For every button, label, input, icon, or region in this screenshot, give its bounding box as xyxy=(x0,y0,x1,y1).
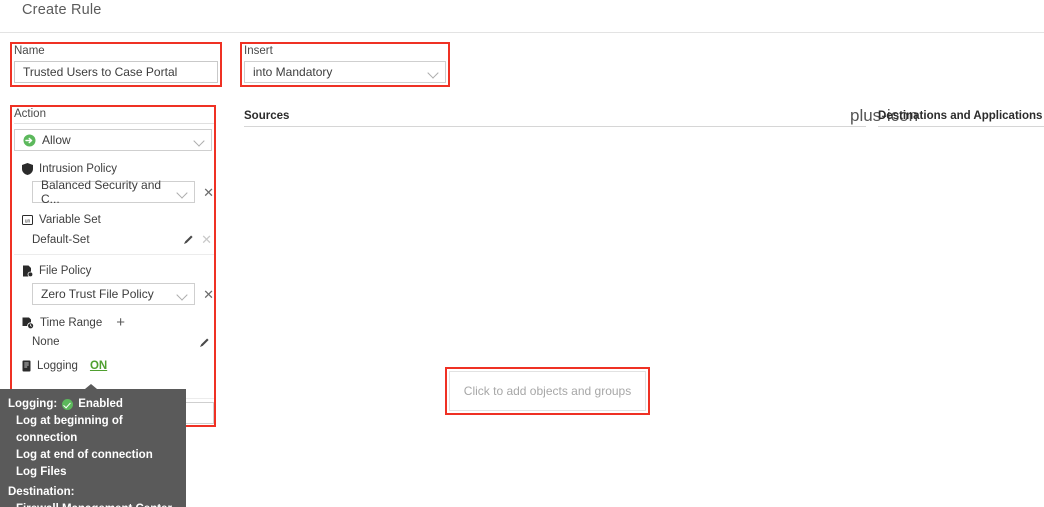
intrusion-policy-label-row: Intrusion Policy xyxy=(14,160,214,177)
tooltip-heading-label: Logging: xyxy=(8,398,58,410)
tooltip-arrow xyxy=(85,384,97,389)
intrusion-policy-row: Intrusion Policy Balanced Security and C… xyxy=(14,160,214,206)
green-check-icon xyxy=(62,399,74,410)
intrusion-policy-select[interactable]: Balanced Security and C... xyxy=(32,178,196,206)
tooltip-heading-value: Enabled xyxy=(78,398,123,410)
intrusion-policy-label: Intrusion Policy xyxy=(39,162,117,175)
name-input[interactable]: Trusted Users to Case Portal xyxy=(14,61,218,83)
logging-row: Logging ON xyxy=(14,357,214,374)
logging-on-toggle[interactable]: ON xyxy=(90,360,107,372)
time-range-value: None xyxy=(32,336,60,348)
logging-icon xyxy=(22,360,31,372)
chevron-down-icon xyxy=(177,187,188,198)
tooltip-item: Log at beginning of connection xyxy=(16,415,123,444)
logging-label: Logging xyxy=(37,359,78,372)
allow-arrow-icon xyxy=(23,134,36,147)
action-title-divider xyxy=(14,123,214,124)
time-range-add-button[interactable]: + xyxy=(116,315,125,330)
action-panel: Action Allow Intrusion Policy Balanced S… xyxy=(14,108,214,374)
add-objects-dropzone[interactable]: Click to add objects and groups xyxy=(449,371,646,411)
variable-set-icon: un xyxy=(22,214,33,225)
tooltip-destination-label: Destination: xyxy=(8,486,75,498)
chevron-down-icon xyxy=(194,135,205,146)
action-panel-title: Action xyxy=(14,108,46,120)
insert-select-value: into Mandatory xyxy=(253,65,333,79)
sources-column-header: Sources xyxy=(244,110,866,127)
insert-field-group: Insert into Mandatory xyxy=(244,44,446,83)
pencil-icon[interactable] xyxy=(183,234,194,245)
header-divider xyxy=(0,32,1044,33)
destinations-divider xyxy=(878,126,1044,127)
variable-set-label-row: un Variable Set xyxy=(14,211,214,228)
time-range-label-row: Time Range + xyxy=(14,314,214,331)
variable-set-value: Default-Set xyxy=(32,233,90,246)
insert-label: Insert xyxy=(244,45,273,57)
action-select[interactable]: Allow xyxy=(14,129,212,151)
page-title: Create Rule xyxy=(22,2,102,18)
shield-icon xyxy=(22,162,33,175)
tooltip-heading: Logging: Enabled xyxy=(0,396,186,413)
name-label: Name xyxy=(14,45,45,57)
time-range-icon xyxy=(22,317,35,329)
insert-select[interactable]: into Mandatory xyxy=(244,61,446,83)
pencil-icon[interactable] xyxy=(199,337,210,348)
name-field-group: Name Trusted Users to Case Portal xyxy=(14,44,218,83)
file-policy-value: Zero Trust File Policy xyxy=(41,287,154,301)
chevron-down-icon xyxy=(177,289,188,300)
intrusion-policy-clear-button[interactable]: ✕ xyxy=(203,186,214,199)
variable-set-row: un Variable Set Default-Set ✕ xyxy=(14,211,214,255)
file-policy-icon xyxy=(22,265,34,277)
tooltip-destination-value: Firewall Management Center xyxy=(0,501,186,507)
destinations-column-header: Destinations and Applications xyxy=(878,110,1044,127)
create-rule-screen: Create Rule Name Trusted Users to Case P… xyxy=(0,0,1044,507)
destinations-title: Destinations and Applications xyxy=(878,110,1043,122)
logging-label-row: Logging ON xyxy=(14,357,214,374)
dropzone-text: Click to add objects and groups xyxy=(463,384,632,398)
file-policy-select[interactable]: Zero Trust File Policy xyxy=(32,283,196,305)
time-range-label: Time Range xyxy=(40,316,103,329)
chevron-down-icon xyxy=(428,67,439,78)
file-policy-row: File Policy Zero Trust File Policy ✕ xyxy=(14,262,214,305)
variable-set-label: Variable Set xyxy=(39,213,101,226)
file-policy-label: File Policy xyxy=(39,264,92,277)
time-range-row: Time Range + None xyxy=(14,314,214,348)
tooltip-item: Log Files xyxy=(16,466,67,478)
sources-title: Sources xyxy=(244,110,290,122)
tooltip-item: Log at end of connection xyxy=(16,449,153,461)
file-policy-label-row: File Policy xyxy=(14,262,214,279)
action-select-value: Allow xyxy=(42,133,71,147)
variable-set-clear-button: ✕ xyxy=(201,232,212,247)
svg-text:un: un xyxy=(25,218,31,224)
sources-divider xyxy=(244,126,866,127)
intrusion-policy-value: Balanced Security and C... xyxy=(41,178,162,206)
logging-tooltip: Logging: Enabled Log at beginning of con… xyxy=(0,384,186,507)
file-policy-clear-button[interactable]: ✕ xyxy=(203,288,214,301)
variable-set-divider xyxy=(14,254,214,255)
name-input-value: Trusted Users to Case Portal xyxy=(23,65,178,79)
